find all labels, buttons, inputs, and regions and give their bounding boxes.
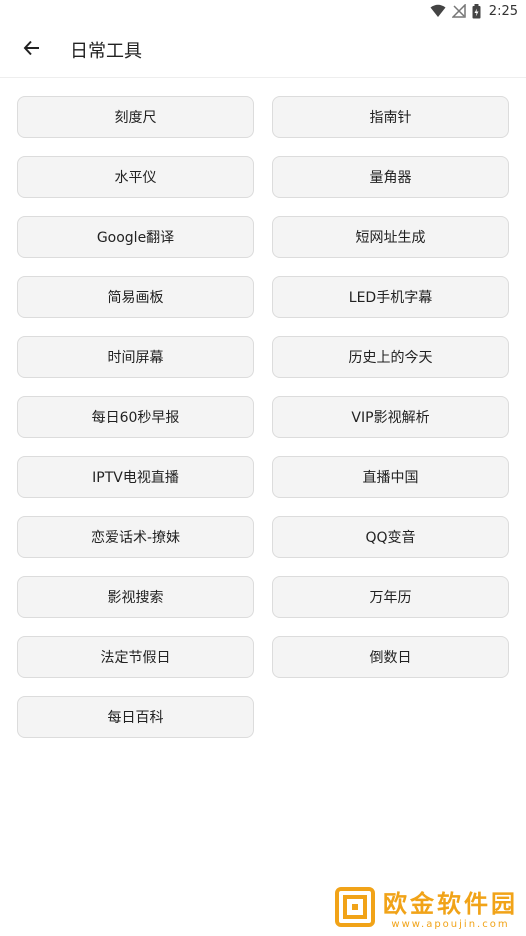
tool-button[interactable]: 倒数日: [272, 636, 509, 678]
tool-button[interactable]: VIP影视解析: [272, 396, 509, 438]
tool-button[interactable]: 短网址生成: [272, 216, 509, 258]
tool-button[interactable]: 直播中国: [272, 456, 509, 498]
tool-button[interactable]: Google翻译: [17, 216, 254, 258]
tool-button[interactable]: 简易画板: [17, 276, 254, 318]
tool-button[interactable]: 历史上的今天: [272, 336, 509, 378]
watermark-logo-icon: [335, 887, 375, 927]
page-title: 日常工具: [70, 40, 142, 62]
tool-button[interactable]: QQ变音: [272, 516, 509, 558]
watermark-subtitle: www.apoujin.com: [391, 919, 510, 930]
tool-button[interactable]: 时间屏幕: [17, 336, 254, 378]
tool-button[interactable]: 刻度尺: [17, 96, 254, 138]
status-bar: 2:25: [0, 0, 526, 22]
status-time: 2:25: [488, 3, 518, 19]
tool-button[interactable]: IPTV电视直播: [17, 456, 254, 498]
wifi-icon: [430, 4, 446, 18]
tool-button[interactable]: 法定节假日: [17, 636, 254, 678]
screen: 2:25 日常工具 刻度尺 指南针 水平仪 量角器 Google翻译 短网址生成 简易画板 L…: [0, 0, 526, 936]
tool-button[interactable]: 量角器: [272, 156, 509, 198]
no-signal-icon: [451, 4, 466, 18]
tool-button[interactable]: LED手机字幕: [272, 276, 509, 318]
tool-button[interactable]: 每日60秒早报: [17, 396, 254, 438]
tool-button[interactable]: 每日百科: [17, 696, 254, 738]
arrow-left-icon: [23, 39, 41, 61]
watermark-title: 欧金软件园: [383, 890, 518, 918]
back-button[interactable]: [0, 22, 64, 78]
tool-button[interactable]: 影视搜索: [17, 576, 254, 618]
tool-button[interactable]: 恋爱话术-撩妹: [17, 516, 254, 558]
tool-button[interactable]: 万年历: [272, 576, 509, 618]
battery-icon: [472, 3, 481, 19]
watermark: 欧金软件园 www.apoujin.com: [335, 884, 518, 930]
tool-button[interactable]: 水平仪: [17, 156, 254, 198]
tool-grid: 刻度尺 指南针 水平仪 量角器 Google翻译 短网址生成 简易画板 LED手机字幕 时间屏幕…: [17, 96, 509, 738]
watermark-text: 欧金软件园 www.apoujin.com: [383, 884, 518, 930]
tool-button[interactable]: 指南针: [272, 96, 509, 138]
app-bar: 日常工具: [0, 22, 526, 78]
